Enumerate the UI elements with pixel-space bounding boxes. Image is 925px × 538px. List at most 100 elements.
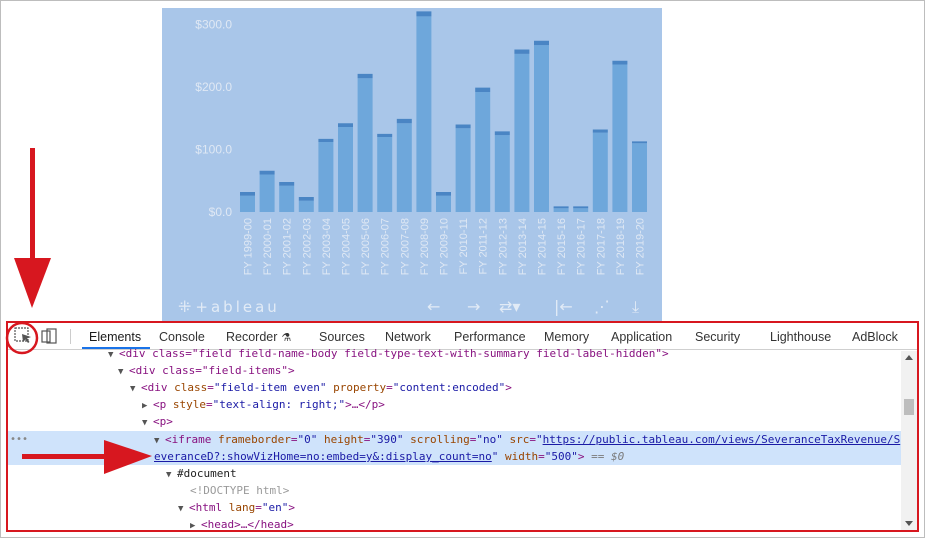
dom-node-iframe-cont[interactable]: everanceD?:showVizHome=no:embed=y&:displ…: [8, 448, 901, 465]
bar[interactable]: [573, 208, 589, 212]
dom-scrollbar[interactable]: [901, 351, 917, 530]
bar[interactable]: [534, 45, 549, 212]
share-icon[interactable]: ⋰: [594, 297, 610, 316]
bar[interactable]: [298, 200, 314, 212]
x-tick-label: FY 2015-16: [556, 218, 568, 275]
bar[interactable]: [318, 142, 334, 212]
x-tick-label: FY 2018-19: [615, 218, 627, 275]
x-tick-label: FY 2005-06: [360, 218, 372, 275]
collapse-triangle-icon[interactable]: ▼: [178, 501, 189, 518]
bar-segment-top[interactable]: [475, 87, 491, 92]
iframe-src-link-cont[interactable]: everanceD?:showVizHome=no:embed=y&:displ…: [154, 450, 492, 463]
bar-segment-top[interactable]: [632, 141, 647, 144]
bar[interactable]: [279, 185, 295, 212]
tab-network[interactable]: Network: [385, 330, 431, 344]
bar-segment-top[interactable]: [612, 60, 628, 65]
collapse-triangle-icon[interactable]: ▼: [166, 467, 177, 484]
tabbar-divider: [70, 329, 71, 344]
tableau-logo[interactable]: ⁜ +ableau: [178, 297, 280, 316]
tab-application[interactable]: Application: [611, 330, 672, 344]
dom-node-html[interactable]: ▼ <html lang="en">: [178, 499, 917, 518]
bar-segment-top[interactable]: [592, 129, 608, 133]
x-tick-label: FY 2014-15: [537, 218, 549, 275]
bar-segment-top[interactable]: [573, 206, 589, 209]
undo-icon[interactable]: ←: [427, 297, 440, 316]
collapse-triangle-icon[interactable]: ▼: [142, 415, 153, 432]
bar-segment-top[interactable]: [416, 11, 432, 17]
tab-console[interactable]: Console: [159, 330, 205, 344]
dom-node-field-items[interactable]: ▼ <div class="field-items">: [118, 362, 917, 381]
dom-node-p[interactable]: ▼ <p>: [142, 413, 917, 432]
x-tick-label: FY 2008-09: [419, 218, 431, 275]
y-tick-label: $0.0: [209, 205, 233, 219]
tab-elements[interactable]: Elements: [89, 330, 141, 344]
dom-node-head[interactable]: ▶ <head>…</head>: [190, 516, 917, 530]
bar-segment-top[interactable]: [396, 118, 412, 124]
bar[interactable]: [553, 208, 569, 212]
y-tick-label: $300.0: [195, 18, 232, 32]
bar-segment-top[interactable]: [357, 73, 373, 79]
bar[interactable]: [455, 128, 471, 212]
dom-node-field-div[interactable]: ▼ <div class="field field-name-body field…: [108, 345, 917, 362]
bar[interactable]: [632, 143, 647, 212]
bar-segment-top[interactable]: [338, 123, 353, 127]
bar-segment-top[interactable]: [318, 138, 334, 142]
bar-segment-top[interactable]: [494, 131, 510, 136]
bar-segment-top[interactable]: [279, 182, 295, 186]
scroll-thumb[interactable]: [904, 399, 914, 415]
bar[interactable]: [338, 127, 353, 212]
tableau-viz[interactable]: $0.0 $100.0 $200.0 $300.0 FY 1999-00 FY 2000-…: [162, 8, 662, 321]
bar-segment-top[interactable]: [553, 206, 569, 209]
bar[interactable]: [514, 53, 530, 212]
revert-icon[interactable]: ⇄▾: [499, 297, 520, 316]
tab-recorder[interactable]: Recorder ⚗: [226, 330, 291, 344]
bar[interactable]: [240, 195, 255, 212]
more-options-icon[interactable]: •••: [10, 431, 28, 448]
tab-memory[interactable]: Memory: [544, 330, 589, 344]
collapse-triangle-icon[interactable]: ▼: [130, 381, 141, 398]
tab-security[interactable]: Security: [695, 330, 740, 344]
tab-adblock[interactable]: AdBlock: [852, 330, 898, 344]
bar[interactable]: [357, 78, 373, 212]
bar[interactable]: [377, 137, 393, 212]
bar[interactable]: [436, 195, 451, 212]
inspect-element-icon[interactable]: [14, 327, 34, 345]
bar[interactable]: [494, 135, 510, 212]
tab-lighthouse[interactable]: Lighthouse: [770, 330, 831, 344]
bar-segment-top[interactable]: [298, 197, 314, 201]
scroll-up-icon[interactable]: [905, 355, 913, 360]
bar[interactable]: [416, 16, 432, 212]
bar[interactable]: [475, 92, 491, 212]
tab-performance[interactable]: Performance: [454, 330, 526, 344]
bar-segment-top[interactable]: [514, 49, 530, 54]
redo-icon[interactable]: →: [467, 297, 480, 316]
dom-node-p-right[interactable]: ▶ <p style="text-align: right;">…</p>: [142, 396, 917, 413]
iframe-src-link[interactable]: https://public.tableau.com/views/Severan…: [543, 433, 901, 446]
x-tick-label: FY 2004-05: [341, 218, 353, 275]
dom-node-doctype[interactable]: <!DOCTYPE html>: [190, 482, 917, 499]
tab-sources[interactable]: Sources: [319, 330, 365, 344]
bar-segment-top[interactable]: [436, 192, 451, 196]
bar[interactable]: [396, 123, 412, 212]
bar[interactable]: [612, 64, 628, 213]
x-tick-label: FY 2019-20: [635, 218, 647, 275]
bar-segment-top[interactable]: [259, 170, 275, 175]
dom-node-document[interactable]: ▼ #document: [166, 465, 917, 484]
bar-segment-top[interactable]: [240, 192, 255, 196]
bar-segment-top[interactable]: [455, 124, 471, 129]
reset-icon[interactable]: |←: [554, 297, 573, 316]
download-icon[interactable]: ⤓: [632, 297, 639, 317]
device-toolbar-icon[interactable]: [41, 328, 57, 344]
bar[interactable]: [592, 132, 608, 212]
x-tick-label: FY 1999-00: [243, 218, 255, 275]
scroll-down-icon[interactable]: [905, 521, 913, 526]
bar[interactable]: [259, 174, 275, 213]
expand-triangle-icon[interactable]: ▶: [190, 518, 201, 530]
collapse-triangle-icon[interactable]: ▼: [118, 364, 129, 381]
x-tick-label: FY 2003-04: [321, 218, 333, 275]
dom-node-iframe-selected[interactable]: ••• ▼ <iframe frameborder="0" height="390…: [8, 431, 901, 448]
dom-tree: ▼ <div class="field field-name-body field…: [8, 347, 901, 530]
bar-segment-top[interactable]: [534, 40, 549, 46]
dom-node-field-item[interactable]: ▼ <div class="field-item even" property="…: [130, 379, 917, 398]
bar-segment-top[interactable]: [377, 133, 393, 137]
